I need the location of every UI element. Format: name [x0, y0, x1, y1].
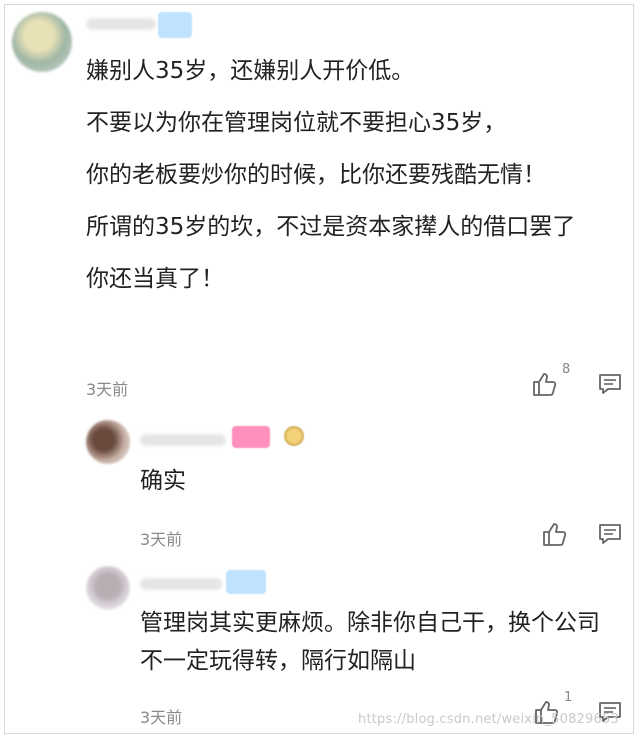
like-count: 1 [564, 690, 573, 705]
comment-time: 3天前 [86, 380, 129, 399]
comment-line: 嫌别人35岁，还嫌别人开价低。 [86, 58, 415, 84]
watermark: https://blog.csdn.net/weixin_50829653 [358, 712, 619, 727]
comment-line: 你的老板要炒你的时候，比你还要残酷无情！ [86, 162, 546, 188]
like-count: 8 [562, 362, 571, 377]
thumbs-up-icon[interactable] [540, 520, 568, 548]
username-blurred[interactable] [140, 434, 226, 446]
user-badge [158, 12, 192, 38]
comment-icon[interactable] [597, 372, 623, 396]
thumbs-up-icon[interactable] [530, 370, 558, 398]
reply-body: 管理岗其实更麻烦。除非你自己干，换个公司不一定玩得转，隔行如隔山 [140, 604, 620, 680]
avatar[interactable] [86, 420, 130, 464]
username-blurred[interactable] [86, 18, 156, 30]
reply-line: 确实 [140, 468, 186, 494]
reply-line: 管理岗其实更麻烦。除非你自己干，换个公司不一定玩得转，隔行如隔山 [140, 610, 600, 674]
reply-time: 3天前 [140, 530, 183, 549]
user-badge [226, 570, 266, 594]
level-badge-icon [284, 426, 304, 446]
avatar[interactable] [12, 12, 72, 72]
reply-time: 3天前 [140, 708, 183, 727]
username-blurred[interactable] [140, 578, 222, 590]
comment-line: 所谓的35岁的坎，不过是资本家撵人的借口罢了 [86, 214, 576, 240]
user-badge [232, 426, 270, 448]
comment-line: 你还当真了！ [86, 266, 224, 292]
comment-line: 不要以为你在管理岗位就不要担心35岁， [86, 110, 507, 136]
reply-body: 确实 [140, 462, 620, 500]
comment-body: 嫌别人35岁，还嫌别人开价低。 不要以为你在管理岗位就不要担心35岁， 你的老板… [86, 52, 606, 312]
comment-icon[interactable] [597, 522, 623, 546]
avatar[interactable] [86, 566, 130, 610]
